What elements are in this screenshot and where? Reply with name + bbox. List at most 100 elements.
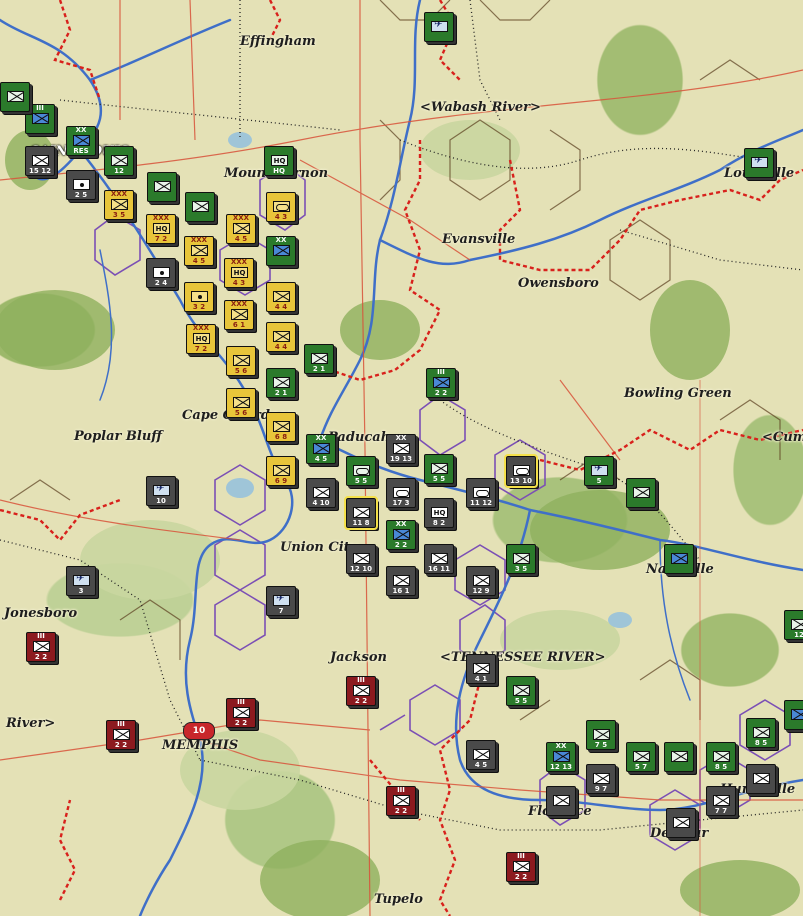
unit-counter[interactable]: 16 11 — [424, 544, 454, 574]
unit-counter[interactable]: III 2 2 — [346, 676, 376, 706]
unit-counter[interactable] — [744, 148, 774, 178]
unit-counter[interactable]: HQ HQ — [264, 146, 294, 176]
unit-counter[interactable] — [626, 478, 656, 508]
armor-icon — [513, 465, 530, 476]
unit-counter[interactable]: III 2 2 — [386, 786, 416, 816]
unit-counter[interactable]: XXX 4 5 — [226, 214, 256, 244]
unit-counter[interactable]: XXX 3 5 — [104, 190, 134, 220]
unit-size-label: XX — [395, 520, 407, 528]
unit-counter[interactable] — [784, 700, 803, 730]
unit-counter[interactable]: 15 12 — [25, 146, 55, 176]
unit-counter[interactable]: 4 4 — [266, 282, 296, 312]
unit-strength-label: 3 — [78, 587, 84, 595]
unit-counter[interactable]: HQ 8 2 — [424, 498, 454, 528]
unit-size-label: XX — [75, 126, 87, 134]
unit-counter[interactable]: 16 1 — [386, 566, 416, 596]
unit-counter[interactable]: 5 — [584, 456, 614, 486]
unit-counter[interactable] — [0, 82, 30, 112]
unit-counter[interactable]: 5 6 — [226, 346, 256, 376]
unit-counter[interactable]: XXX HQ 4 3 — [224, 258, 254, 288]
unit-counter[interactable]: XXX 6 1 — [224, 300, 254, 330]
infantry-icon — [273, 331, 290, 342]
unit-strength-label: 17 3 — [392, 499, 410, 507]
unit-counter[interactable]: 6 9 — [266, 456, 296, 486]
unit-counter[interactable]: XXX HQ 7 2 — [146, 214, 176, 244]
infantry-icon — [713, 795, 730, 806]
unit-counter[interactable]: 4 3 — [266, 192, 296, 222]
unit-counter[interactable]: XX 4 5 — [306, 434, 336, 464]
unit-counter[interactable]: XX — [266, 236, 296, 266]
unit-counter[interactable]: III 2 2 — [426, 368, 456, 398]
unit-counter[interactable]: 5 6 — [226, 388, 256, 418]
unit-counter[interactable]: 4 1 — [466, 654, 496, 684]
unit-counter[interactable]: 4 5 — [466, 740, 496, 770]
unit-counter[interactable]: XX 2 2 — [386, 520, 416, 550]
unit-counter[interactable]: 3 — [66, 566, 96, 596]
unit-counter[interactable]: XXX 4 5 — [184, 236, 214, 266]
unit-counter[interactable]: 2 1 — [304, 344, 334, 374]
unit-counter[interactable] — [666, 808, 696, 838]
unit-counter[interactable]: III 2 2 — [106, 720, 136, 750]
infantry-icon — [633, 487, 650, 498]
unit-counter[interactable]: 2 1 — [266, 368, 296, 398]
unit-counter[interactable]: III 2 2 — [226, 698, 256, 728]
unit-counter[interactable]: 12 9 — [466, 566, 496, 596]
unit-counter[interactable] — [147, 172, 177, 202]
unit-counter[interactable]: 10 — [146, 476, 176, 506]
infantry-icon — [393, 575, 410, 586]
unit-counter[interactable]: XX RES — [66, 126, 96, 156]
unit-counter[interactable]: XXX HQ 7 2 — [186, 324, 216, 354]
unit-strength-label: 4 3 — [274, 213, 288, 221]
unit-counter[interactable]: 9 7 — [586, 764, 616, 794]
unit-counter[interactable] — [746, 764, 776, 794]
unit-counter[interactable]: XX 12 13 — [546, 742, 576, 772]
unit-counter[interactable]: III 2 2 — [506, 852, 536, 882]
unit-size-label: XX — [555, 742, 567, 750]
unit-strength-label: 6 1 — [232, 321, 246, 329]
unit-counter[interactable]: 8 5 — [746, 718, 776, 748]
unit-counter[interactable]: 2 4 — [146, 258, 176, 288]
unit-counter[interactable]: 6 8 — [266, 412, 296, 442]
unit-counter[interactable]: 13 10 — [504, 454, 538, 488]
unit-strength-label: 8 5 — [754, 739, 768, 747]
unit-counter[interactable]: 3 5 — [506, 544, 536, 574]
unit-strength-label: 19 13 — [390, 455, 412, 463]
unit-counter[interactable]: 12 10 — [346, 544, 376, 574]
unit-counter[interactable]: 5 5 — [424, 454, 454, 484]
unit-counter[interactable]: 11 8 — [344, 496, 378, 530]
memphis-supply-marker[interactable]: 10 — [183, 722, 215, 740]
unit-counter[interactable]: XX 19 13 — [386, 434, 416, 464]
unit-counter[interactable]: 5 5 — [346, 456, 376, 486]
unit-counter[interactable] — [546, 786, 576, 816]
unit-size-label: III — [36, 104, 44, 112]
unit-counter[interactable] — [664, 742, 694, 772]
game-map[interactable]: Effingham <Wabash River> SAINT LOUIS Mou… — [0, 0, 803, 916]
river-label-wabash: <Wabash River> — [420, 100, 541, 115]
unit-strength-label: 8 5 — [714, 763, 728, 771]
unit-counter[interactable] — [424, 12, 454, 42]
unit-counter[interactable] — [664, 544, 694, 574]
unit-counter[interactable]: 12 — [104, 146, 134, 176]
unit-counter[interactable]: III 2 2 — [26, 632, 56, 662]
unit-counter[interactable]: 5 5 — [506, 676, 536, 706]
unit-counter[interactable]: 7 7 — [706, 786, 736, 816]
unit-counter[interactable]: 7 — [266, 586, 296, 616]
unit-counter[interactable] — [185, 192, 215, 222]
unit-size-label: III — [357, 676, 365, 684]
unit-strength-label: 7 7 — [714, 807, 728, 815]
unit-strength-label: 5 5 — [432, 475, 446, 483]
unit-counter[interactable]: 2 5 — [66, 170, 96, 200]
unit-counter[interactable]: 11 12 — [466, 478, 496, 508]
unit-counter[interactable]: 8 5 — [706, 742, 736, 772]
unit-counter[interactable]: 3 2 — [184, 282, 214, 312]
unit-strength-label: 3 2 — [192, 303, 206, 311]
unit-counter[interactable]: 5 7 — [626, 742, 656, 772]
unit-counter[interactable]: 7 5 — [586, 720, 616, 750]
unit-counter[interactable]: 4 4 — [266, 322, 296, 352]
unit-counter[interactable]: 12 — [784, 610, 803, 640]
unit-counter[interactable]: 17 3 — [386, 478, 416, 508]
unit-counter[interactable]: 4 10 — [306, 478, 336, 508]
infantry-icon — [431, 463, 448, 474]
unit-size-label: XX — [315, 434, 327, 442]
unit-strength-label: 5 5 — [354, 477, 368, 485]
